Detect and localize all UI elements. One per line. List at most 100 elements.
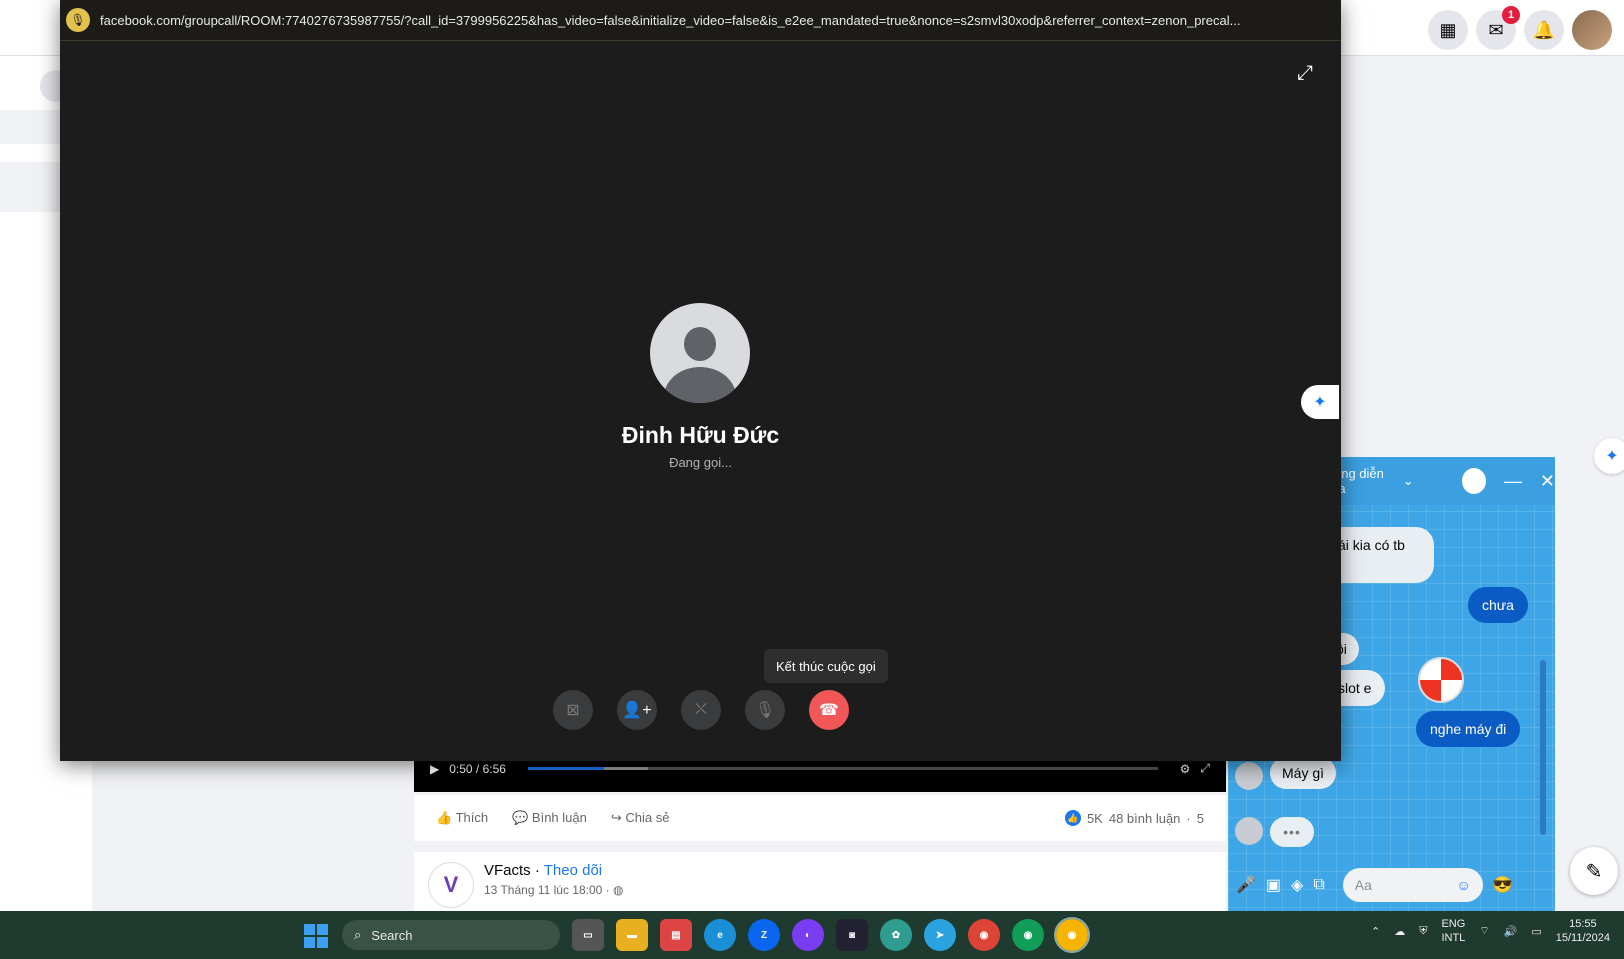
start-logo-tile bbox=[317, 924, 328, 935]
video-buffer-fill bbox=[603, 767, 648, 770]
call-controls: ⊠ 👤+ ⛌ 🎙 ☎ bbox=[553, 690, 849, 730]
chrome-profile-icon[interactable]: ◉ bbox=[1054, 917, 1090, 953]
comment-button[interactable]: 💬 Bình luận bbox=[512, 810, 587, 826]
shield-icon[interactable]: ⛨ bbox=[1419, 925, 1427, 938]
taskbar-search[interactable]: ⌕ Search bbox=[342, 920, 560, 950]
app-icon[interactable]: ▤ bbox=[660, 919, 692, 951]
language-code: ENG bbox=[1441, 918, 1466, 930]
file-explorer-icon[interactable]: ▬ bbox=[616, 919, 648, 951]
post-author-line: VFacts · Theo dõi bbox=[484, 862, 603, 879]
video-settings-icon[interactable]: ⚙ bbox=[1180, 762, 1191, 776]
paint-icon[interactable]: ✿ bbox=[880, 919, 912, 951]
like-button[interactable]: 👍 Thích bbox=[436, 810, 488, 826]
chevron-up-icon[interactable]: ⌃ bbox=[1371, 925, 1380, 938]
quick-reaction-icon[interactable]: 😎 bbox=[1493, 875, 1513, 895]
video-fullscreen-icon[interactable]: ⤢ bbox=[1200, 761, 1210, 776]
share-count[interactable]: 5 bbox=[1197, 811, 1204, 826]
language-indicator[interactable]: ENG INTL bbox=[1441, 917, 1465, 945]
ai-assistant-icon[interactable]: ✦ bbox=[1594, 438, 1624, 474]
video-progress-bar[interactable] bbox=[527, 767, 1158, 770]
play-icon[interactable]: ▶ bbox=[430, 762, 439, 776]
volume-icon[interactable]: 🔊 bbox=[1504, 925, 1518, 938]
beach-ball-sticker bbox=[1418, 657, 1464, 703]
task-view-icon[interactable]: ▭ bbox=[572, 919, 604, 951]
contact-avatar[interactable] bbox=[1235, 762, 1263, 790]
caller-name: Đinh Hữu Đức bbox=[621, 422, 780, 448]
new-message-icon[interactable]: ✎ bbox=[1570, 847, 1618, 895]
globe-icon: ◍ bbox=[613, 883, 624, 897]
chat-message-text: ái kia có tb bbox=[1338, 537, 1405, 553]
camera-off-button[interactable]: ⛌ bbox=[681, 690, 721, 730]
microphone-icon[interactable]: 🎙 bbox=[66, 8, 90, 32]
app-icon[interactable]: ◙ bbox=[836, 919, 868, 951]
ai-assistant-icon[interactable]: ✦ bbox=[1301, 385, 1339, 419]
post-action-bar: 👍 Thích 💬 Bình luận ↪ Chia sẻ 👍 5K 48 bì… bbox=[414, 795, 1226, 841]
windows-start-icon[interactable] bbox=[304, 924, 328, 948]
caller-avatar bbox=[650, 303, 750, 403]
chat-header-title[interactable]: ang diễn ra bbox=[1334, 466, 1395, 496]
search-icon: ⌕ bbox=[354, 927, 362, 942]
battery-icon[interactable]: ▭ bbox=[1531, 925, 1541, 938]
add-person-button[interactable]: 👤+ bbox=[617, 690, 657, 730]
microphone-icon[interactable]: 🎤 bbox=[1236, 875, 1256, 895]
comment-count[interactable]: 48 bình luận bbox=[1109, 811, 1181, 826]
reaction-count[interactable]: 5K bbox=[1087, 811, 1103, 826]
chat-message-outgoing: chưa bbox=[1468, 587, 1528, 623]
sidebar-row[interactable] bbox=[0, 110, 60, 144]
messenger-icon[interactable]: ✉ 1 bbox=[1476, 6, 1520, 50]
sticker-icon[interactable]: ◈ bbox=[1291, 875, 1303, 895]
share-screen-button[interactable]: ⊠ bbox=[553, 690, 593, 730]
gif-icon[interactable]: ⧉ bbox=[1313, 876, 1324, 894]
edge-browser-icon[interactable]: e bbox=[704, 919, 736, 951]
chevron-down-icon[interactable]: ⌄ bbox=[1403, 473, 1414, 489]
app-icon[interactable]: ◐ bbox=[792, 919, 824, 951]
taskbar-apps: ▭ ▬ ▤ e Z ◐ ◙ ✿ ➤ ◉ ◉ ◉ bbox=[572, 917, 1090, 953]
page-logo[interactable]: V bbox=[428, 862, 474, 908]
url-text[interactable]: facebook.com/groupcall/ROOM:774027673598… bbox=[100, 13, 1240, 28]
share-button[interactable]: ↪ Chia sẻ bbox=[611, 810, 670, 826]
keyboard-layout: INTL bbox=[1441, 932, 1466, 944]
close-icon[interactable]: ✕ bbox=[1540, 471, 1555, 492]
windows-taskbar: ⌕ Search ▭ ▬ ▤ e Z ◐ ◙ ✿ ➤ ◉ ◉ ◉ ⌃ ☁ ⛨ E… bbox=[0, 911, 1624, 959]
chat-scrollbar[interactable] bbox=[1540, 660, 1546, 835]
chrome-icon[interactable]: ◉ bbox=[968, 919, 1000, 951]
emoji-icon[interactable]: ☺ bbox=[1457, 877, 1471, 893]
menu-grid-icon[interactable]: ▦ bbox=[1428, 10, 1468, 50]
like-label: Thích bbox=[455, 810, 489, 825]
post-date[interactable]: 13 Tháng 11 lúc 18:00 bbox=[484, 883, 602, 897]
post-stats: 👍 5K 48 bình luận · 5 bbox=[1064, 810, 1204, 826]
profile-avatar[interactable] bbox=[1572, 10, 1612, 50]
avatar-head-shape bbox=[684, 327, 716, 361]
cloud-icon[interactable]: ☁ bbox=[1394, 925, 1405, 938]
call-status: Đang gọi... bbox=[669, 455, 732, 470]
call-icon[interactable] bbox=[1461, 468, 1486, 494]
chrome-profile-icon[interactable]: ◉ bbox=[1012, 919, 1044, 951]
end-call-button[interactable]: ☎ bbox=[809, 690, 849, 730]
chat-message-text: chưa bbox=[1482, 597, 1514, 613]
start-logo-tile bbox=[304, 924, 315, 935]
avatar-body-shape bbox=[664, 367, 736, 403]
chat-input[interactable]: Aa ☺ bbox=[1342, 868, 1483, 902]
telegram-icon[interactable]: ➤ bbox=[924, 919, 956, 951]
follow-link[interactable]: Theo dõi bbox=[544, 862, 602, 879]
typing-indicator: ••• bbox=[1270, 817, 1314, 847]
wifi-icon[interactable]: ⌔ bbox=[1479, 924, 1489, 938]
zalo-icon[interactable]: Z bbox=[748, 919, 780, 951]
url-bar: 🎙 facebook.com/groupcall/ROOM:7740276735… bbox=[60, 0, 1341, 41]
notifications-bell-icon[interactable]: 🔔 bbox=[1524, 10, 1564, 50]
clock[interactable]: 15:55 15/11/2024 bbox=[1556, 917, 1610, 945]
minimize-icon[interactable]: — bbox=[1504, 471, 1522, 492]
image-icon[interactable]: ▣ bbox=[1266, 875, 1281, 895]
chat-message-text: nghe máy đi bbox=[1430, 721, 1507, 737]
contact-avatar[interactable] bbox=[1235, 817, 1263, 845]
clock-time: 15:55 bbox=[1569, 918, 1597, 930]
taskbar-search-label: Search bbox=[371, 927, 413, 943]
expand-icon[interactable]: ⤢ bbox=[1297, 62, 1313, 85]
sidebar-row[interactable] bbox=[0, 162, 60, 212]
feed-post: V VFacts · Theo dõi 13 Tháng 11 lúc 18:0… bbox=[414, 852, 1226, 912]
post-author[interactable]: VFacts bbox=[484, 862, 531, 879]
group-call-window: 🎙 facebook.com/groupcall/ROOM:7740276735… bbox=[60, 0, 1341, 761]
chat-message-incoming: Máy gì bbox=[1270, 757, 1337, 789]
start-logo-tile bbox=[317, 937, 328, 948]
mute-button[interactable]: 🎙 bbox=[745, 690, 785, 730]
